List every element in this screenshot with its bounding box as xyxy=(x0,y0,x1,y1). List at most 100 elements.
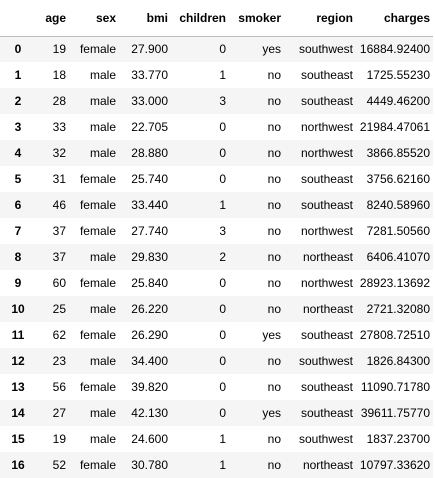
table-row: 9 60 female 25.840 0 no northwest 28923.13692 xyxy=(0,270,433,296)
cell-charges: 3756.62160 xyxy=(366,172,430,186)
cell-children: 0 xyxy=(219,328,226,342)
table-row: 7 37 female 27.740 3 no northwest 7281.50560 xyxy=(0,218,433,244)
row-index: 8 xyxy=(14,250,22,264)
cell-bmi: 29.830 xyxy=(131,250,168,264)
row-index: 5 xyxy=(14,172,22,186)
cell-bmi: 25.740 xyxy=(131,172,168,186)
cell-smoker: yes xyxy=(262,42,281,57)
row-index: 14 xyxy=(11,406,25,420)
table-row: 15 19 male 24.600 1 no southwest 1837.23700 xyxy=(0,426,433,452)
cell-bmi: 33.000 xyxy=(131,94,168,108)
cell-smoker: no xyxy=(267,250,281,264)
cell-children: 0 xyxy=(219,42,226,57)
row-index: 9 xyxy=(14,276,22,290)
cell-sex: female xyxy=(79,198,116,212)
cell-age: 19 xyxy=(52,42,66,57)
cell-region: northwest xyxy=(300,146,353,160)
cell-children: 2 xyxy=(219,250,226,264)
cell-smoker: no xyxy=(267,198,281,212)
table-header: age sex bmi children smoker region charg… xyxy=(0,0,433,37)
cell-smoker: no xyxy=(267,120,281,134)
cell-age: 23 xyxy=(52,354,66,368)
table-row: 6 46 female 33.440 1 no southeast 8240.58960 xyxy=(0,192,433,218)
cell-bmi: 26.220 xyxy=(131,302,168,316)
cell-region: southeast xyxy=(300,380,353,394)
cell-children: 0 xyxy=(219,380,226,394)
cell-bmi: 25.840 xyxy=(131,276,168,290)
cell-region: northwest xyxy=(300,224,353,238)
cell-charges: 1826.84300 xyxy=(366,354,430,368)
row-index: 3 xyxy=(14,120,22,134)
table-body: 0 19 female 27.900 0 yes southwest 16884.92400 1… xyxy=(0,36,433,478)
column-header-smoker: smoker xyxy=(229,0,284,37)
row-index: 11 xyxy=(11,328,25,342)
cell-sex: male xyxy=(89,406,116,420)
cell-smoker: no xyxy=(267,68,281,82)
cell-children: 1 xyxy=(219,68,226,82)
cell-sex: female xyxy=(79,224,116,238)
cell-age: 46 xyxy=(52,198,66,212)
row-index: 1 xyxy=(14,68,22,82)
cell-children: 1 xyxy=(219,458,226,472)
table-row: 13 56 female 39.820 0 no southeast 11090.71780 xyxy=(0,374,433,400)
cell-children: 3 xyxy=(219,94,226,108)
cell-sex: female xyxy=(79,458,116,472)
cell-charges: 7281.50560 xyxy=(366,224,430,238)
cell-region: southeast xyxy=(300,406,353,420)
cell-children: 0 xyxy=(219,406,226,420)
cell-bmi: 27.740 xyxy=(131,224,168,238)
cell-charges: 16884.92400 xyxy=(359,42,430,57)
cell-smoker: yes xyxy=(262,328,281,342)
cell-sex: male xyxy=(89,302,116,316)
cell-region: northeast xyxy=(302,302,353,316)
cell-children: 0 xyxy=(219,276,226,290)
column-header-age: age xyxy=(36,0,69,37)
cell-sex: male xyxy=(89,354,116,368)
cell-region: southeast xyxy=(300,68,353,82)
cell-smoker: no xyxy=(267,276,281,290)
column-header-charges: charges xyxy=(356,0,433,37)
cell-age: 56 xyxy=(52,380,66,394)
cell-sex: male xyxy=(89,146,116,160)
table-row: 5 31 female 25.740 0 no southeast 3756.62160 xyxy=(0,166,433,192)
cell-region: northeast xyxy=(302,458,353,472)
cell-sex: male xyxy=(89,250,116,264)
cell-charges: 21984.47061 xyxy=(359,120,430,134)
cell-smoker: no xyxy=(267,146,281,160)
cell-region: southwest xyxy=(298,42,353,57)
table-row: 3 33 male 22.705 0 no northwest 21984.47061 xyxy=(0,114,433,140)
cell-smoker: no xyxy=(267,172,281,186)
cell-charges: 6406.41070 xyxy=(366,250,430,264)
cell-sex: female xyxy=(79,276,116,290)
table-row: 0 19 female 27.900 0 yes southwest 16884.92400 xyxy=(0,36,433,62)
dataframe-table: age sex bmi children smoker region charg… xyxy=(0,0,433,478)
cell-smoker: no xyxy=(267,380,281,394)
row-index: 10 xyxy=(11,302,25,316)
table-row: 4 32 male 28.880 0 no northwest 3866.85520 xyxy=(0,140,433,166)
cell-charges: 39611.75770 xyxy=(360,406,430,420)
cell-sex: female xyxy=(79,42,116,57)
cell-region: southeast xyxy=(300,198,353,212)
cell-region: northeast xyxy=(302,250,353,264)
cell-children: 1 xyxy=(219,432,226,446)
cell-charges: 4449.46200 xyxy=(366,94,430,108)
cell-charges: 1837.23700 xyxy=(366,432,430,446)
cell-sex: male xyxy=(89,120,116,134)
row-index: 16 xyxy=(11,458,25,472)
cell-charges: 1725.55230 xyxy=(366,68,430,82)
cell-age: 18 xyxy=(52,68,66,82)
row-index: 7 xyxy=(14,224,22,238)
column-header-index xyxy=(0,0,36,37)
cell-region: southwest xyxy=(298,354,353,368)
cell-bmi: 39.820 xyxy=(131,380,168,394)
row-index: 6 xyxy=(14,198,22,212)
cell-smoker: no xyxy=(267,432,281,446)
cell-bmi: 42.130 xyxy=(131,406,168,420)
cell-charges: 28923.13692 xyxy=(359,276,430,290)
cell-charges: 3866.85520 xyxy=(366,146,430,160)
cell-charges: 11090.71780 xyxy=(360,380,430,394)
cell-region: southwest xyxy=(298,432,353,446)
cell-sex: female xyxy=(79,328,116,342)
cell-age: 62 xyxy=(52,328,66,342)
cell-bmi: 27.900 xyxy=(131,42,168,57)
